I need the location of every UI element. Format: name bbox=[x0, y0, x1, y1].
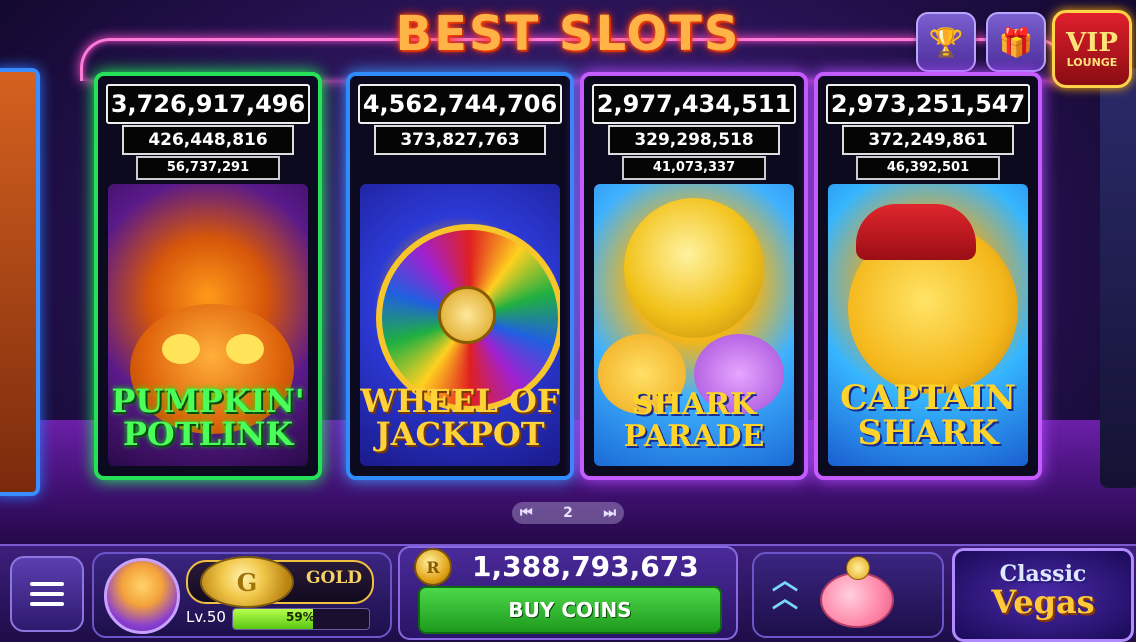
game-lobby: BEST SLOTS 🏆 🎁 VIP LOUNGE 3,726,917,496 … bbox=[0, 0, 1136, 642]
buy-coins-button[interactable]: BUY COINS bbox=[418, 586, 722, 634]
jackpot-display: 3,726,917,496 426,448,816 56,737,291 bbox=[104, 84, 312, 184]
jackpot-minor: 56,737,291 bbox=[136, 156, 280, 180]
wheel-hub bbox=[438, 286, 496, 344]
jackpot-grand: 2,977,434,511 bbox=[592, 84, 796, 124]
slot-machine-pumpkin-potlink[interactable]: 3,726,917,496 426,448,816 56,737,291 PUM… bbox=[94, 72, 322, 480]
game-art: SHARK PARADE bbox=[594, 184, 794, 466]
lounge-label: LOUNGE bbox=[1066, 55, 1118, 69]
game-title-line1: PUMPKIN' bbox=[111, 381, 305, 420]
jackpot-major: 373,827,763 bbox=[374, 125, 546, 155]
jackpot-major: 426,448,816 bbox=[122, 125, 294, 155]
jackpot-display: 2,973,251,547 372,249,861 46,392,501 bbox=[824, 84, 1032, 184]
game-title-line1: CAPTAIN bbox=[840, 377, 1016, 418]
game-title: PUMPKIN' POTLINK bbox=[111, 381, 305, 454]
gift-icon: 🎁 bbox=[998, 25, 1034, 59]
classic-vegas-button[interactable]: Classic Vegas bbox=[952, 548, 1134, 642]
jackpot-grand: 2,973,251,547 bbox=[826, 84, 1030, 124]
slot-machine-captain-shark[interactable]: 2,973,251,547 372,249,861 46,392,501 CAP… bbox=[814, 72, 1042, 480]
game-title-line2: PARADE bbox=[623, 418, 765, 454]
game-title: WHEEL OF JACKPOT bbox=[360, 381, 560, 454]
game-title: SHARK PARADE bbox=[624, 389, 765, 452]
game-title-line1: WHEEL OF bbox=[360, 381, 560, 420]
jackpot-minor: 41,073,337 bbox=[622, 156, 766, 180]
hamburger-line bbox=[30, 602, 64, 606]
jackpot-major: 329,298,518 bbox=[608, 125, 780, 155]
double-chevron-up-icon[interactable]: ︿ ︿ bbox=[772, 568, 798, 612]
game-art: CAPTAIN SHARK bbox=[828, 184, 1028, 466]
pirate-hat bbox=[856, 204, 976, 260]
gold-coin-icon: G bbox=[200, 556, 294, 608]
player-level: Lv.50 bbox=[186, 608, 226, 626]
hamburger-menu-icon bbox=[30, 582, 64, 586]
gold-status-label: GOLD bbox=[306, 568, 363, 588]
jackpot-display: 2,977,434,511 329,298,518 41,073,337 bbox=[590, 84, 798, 184]
slot-machine-wheel-of-jackpot[interactable]: 4,562,744,706 373,827,763 WHEEL OF JACKP… bbox=[346, 72, 574, 480]
page-number: 2 bbox=[563, 505, 573, 521]
vip-label: VIP bbox=[1066, 27, 1118, 58]
skip-back-icon[interactable]: ⏮ bbox=[520, 505, 533, 521]
side-machine-left[interactable] bbox=[0, 68, 40, 496]
page-indicator: ⏮ 2 ⏭ bbox=[512, 502, 624, 524]
game-title-line2: JACKPOT bbox=[375, 415, 545, 454]
game-art: WHEEL OF JACKPOT bbox=[360, 184, 560, 466]
jackpot-grand: 4,562,744,706 bbox=[358, 84, 562, 124]
slot-machine-shark-parade[interactable]: 2,977,434,511 329,298,518 41,073,337 SHA… bbox=[580, 72, 808, 480]
jackpot-display: 4,562,744,706 373,827,763 bbox=[356, 84, 564, 184]
skip-forward-icon[interactable]: ⏭ bbox=[603, 505, 616, 521]
gold-coin-image bbox=[624, 198, 764, 338]
coin-balance: 1,388,793,673 bbox=[472, 550, 699, 583]
menu-button[interactable] bbox=[10, 556, 84, 632]
game-title-line1: SHARK bbox=[631, 387, 757, 422]
pumpkin-eye bbox=[226, 334, 264, 364]
game-title-line2: POTLINK bbox=[122, 415, 294, 454]
jackpot-grand: 3,726,917,496 bbox=[106, 84, 310, 124]
gift-button[interactable]: 🎁 bbox=[986, 12, 1046, 72]
jackpot-minor: 46,392,501 bbox=[856, 156, 1000, 180]
hamburger-line bbox=[30, 592, 64, 596]
side-machine-right[interactable] bbox=[1100, 68, 1136, 488]
game-title-line2: SHARK bbox=[857, 413, 999, 454]
avatar[interactable] bbox=[104, 558, 180, 634]
vegas-label: Vegas bbox=[991, 583, 1095, 621]
xp-percent: 59% bbox=[286, 610, 315, 624]
game-title: CAPTAIN SHARK bbox=[840, 377, 1016, 454]
trophy-icon: 🏆 bbox=[928, 25, 964, 59]
piggy-coin-icon bbox=[846, 556, 870, 580]
vip-lounge-button[interactable]: VIP LOUNGE bbox=[1052, 10, 1132, 88]
piggy-bank-icon[interactable] bbox=[820, 572, 894, 628]
pumpkin-eye bbox=[162, 334, 200, 364]
coin-icon: R bbox=[414, 548, 452, 586]
game-art: PUMPKIN' POTLINK bbox=[108, 184, 308, 466]
jackpot-major: 372,249,861 bbox=[842, 125, 1014, 155]
trophy-button[interactable]: 🏆 bbox=[916, 12, 976, 72]
